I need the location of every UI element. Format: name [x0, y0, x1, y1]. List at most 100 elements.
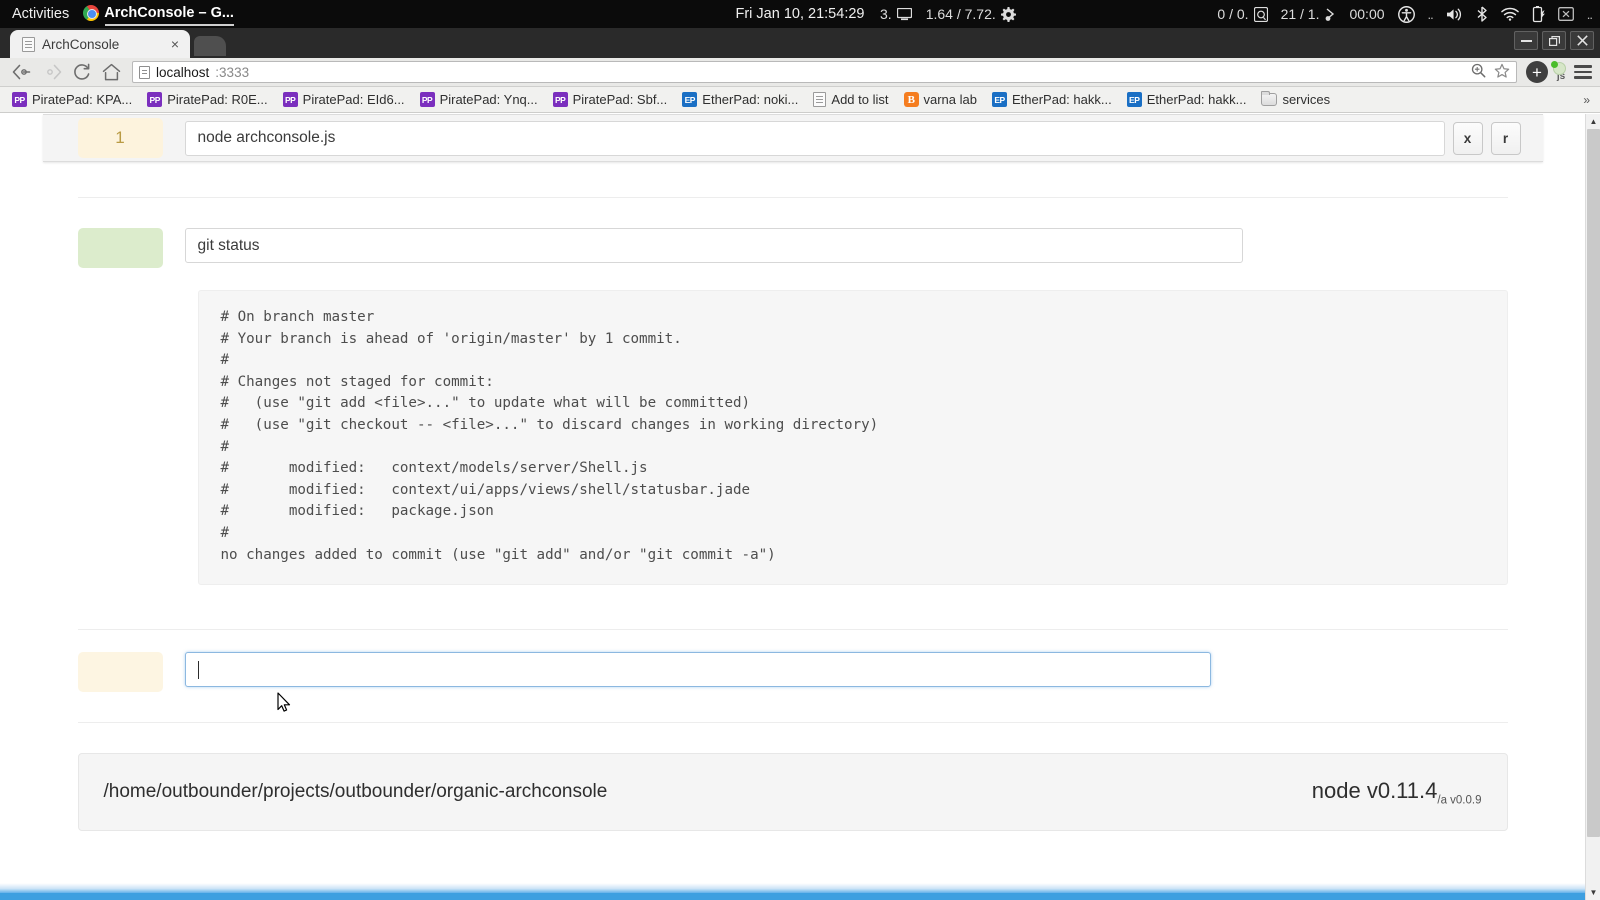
disk-stat[interactable]: 21 / 1.: [1281, 6, 1337, 22]
prompt-gutter[interactable]: [77, 652, 163, 693]
bookmark-item[interactable]: Bvarna lab: [898, 90, 983, 109]
console-container: git status # On branch master # Your bra…: [43, 197, 1543, 832]
cell-2-command-input[interactable]: git status: [184, 228, 1243, 263]
tray-trailing-ellipsis: ..: [1586, 6, 1593, 22]
monitor-icon: [896, 7, 912, 21]
piratepad-icon: PP: [12, 92, 27, 107]
prompt-command-row: [163, 652, 1543, 688]
bookmark-label: varna lab: [923, 92, 977, 107]
etherpad-icon: EP: [991, 92, 1007, 107]
node-version-label: node v0.11.4: [1311, 777, 1438, 803]
bookmark-item[interactable]: PP PiratePad: Ynq...: [414, 90, 544, 109]
zoom-magnifier-icon[interactable]: [1471, 63, 1486, 81]
reload-icon[interactable]: [68, 60, 95, 84]
scroll-down-arrow-icon[interactable]: ▼: [1586, 885, 1600, 900]
etherpad-icon: EP: [682, 92, 698, 107]
address-bar[interactable]: localhost :3333: [132, 61, 1517, 83]
battery-charging-icon[interactable]: [1532, 5, 1545, 23]
clock[interactable]: Fri Jan 10, 21:54:29: [736, 6, 865, 22]
activities-button[interactable]: Activities: [0, 6, 83, 22]
piratepad-icon: PP: [282, 92, 298, 107]
prompt-input[interactable]: [184, 652, 1211, 688]
bookmark-label: EtherPad: hakk...: [1011, 92, 1112, 107]
etherpad-icon: EP: [1126, 92, 1142, 107]
bookmark-item[interactable]: PP PiratePad: R0E...: [141, 90, 273, 109]
bookmark-item[interactable]: EP EtherPad: hakk...: [1121, 90, 1253, 109]
bookmark-label: PiratePad: Ynq...: [439, 92, 538, 107]
cell-2-gutter[interactable]: [77, 228, 163, 268]
active-application-indicator[interactable]: ArchConsole – G...: [83, 5, 234, 26]
bookmark-item[interactable]: services: [1255, 90, 1336, 109]
bookmark-item[interactable]: EP EtherPad: hakk...: [986, 90, 1118, 109]
hdd-icon: [1253, 6, 1268, 22]
minimize-button[interactable]: [1514, 31, 1538, 50]
cell-1-gutter[interactable]: 1: [77, 118, 163, 158]
bluetooth-icon[interactable]: [1476, 6, 1488, 22]
accessibility-icon[interactable]: [1397, 5, 1415, 23]
maximize-button[interactable]: [1542, 31, 1566, 50]
bookmark-item[interactable]: EP EtherPad: noki...: [676, 90, 804, 109]
browser-tab-label: ArchConsole: [42, 36, 120, 52]
bookmark-label: EtherPad: hakk...: [1146, 92, 1247, 107]
bookmark-item[interactable]: PP PiratePad: EId6...: [277, 90, 411, 109]
cell-2-output: # On branch master # Your branch is ahea…: [197, 290, 1508, 586]
text-caret: [197, 660, 199, 679]
chrome-logo-icon: [83, 5, 100, 21]
forward-arrow-icon[interactable]: [38, 60, 65, 84]
close-window-button[interactable]: [1570, 31, 1594, 50]
tray-ellipsis: ..: [1427, 6, 1434, 22]
memory-stat-value: 1.64 / 7.72.: [925, 6, 996, 22]
scroll-up-arrow-icon[interactable]: ▲: [1586, 114, 1600, 129]
add-extension-button[interactable]: +: [1526, 61, 1548, 83]
bookmark-label: PiratePad: R0E...: [167, 92, 268, 107]
bookmark-item[interactable]: PP PiratePad: Sbf...: [547, 90, 674, 109]
timer-indicator[interactable]: 00:00: [1349, 6, 1384, 22]
bookmark-item[interactable]: Add to list: [807, 90, 894, 109]
mouse-cursor: [277, 692, 291, 713]
cell-1-command-input[interactable]: node archconsole.js: [184, 120, 1445, 156]
back-arrow-icon[interactable]: [8, 60, 35, 84]
address-port: :3333: [215, 64, 250, 80]
site-favicon-icon: [139, 65, 150, 79]
star-icon[interactable]: [1494, 63, 1510, 82]
volume-icon[interactable]: [1446, 7, 1463, 22]
scrollbar-thumb[interactable]: [1587, 129, 1600, 837]
browser-tab[interactable]: ArchConsole ×: [10, 30, 190, 58]
disk-stat-value: 21 / 1.: [1280, 6, 1320, 22]
wifi-icon[interactable]: [1501, 7, 1519, 21]
new-tab-button[interactable]: [194, 36, 226, 56]
chrome-menu-icon[interactable]: [1574, 65, 1592, 79]
bookmarks-overflow-chevron-icon[interactable]: »: [1583, 93, 1594, 107]
active-application-label: ArchConsole – G...: [104, 5, 234, 21]
page-scrollbar[interactable]: ▲ ▼: [1585, 114, 1600, 900]
browser-toolbar: localhost :3333 + js: [0, 58, 1600, 87]
display-stat[interactable]: 3.: [880, 6, 912, 22]
bookmark-label: PiratePad: Sbf...: [572, 92, 668, 107]
piratepad-icon: PP: [419, 92, 435, 107]
current-working-directory: /home/outbounder/projects/outbounder/org…: [103, 781, 608, 803]
display-stat-value: 3.: [880, 6, 892, 22]
kill-cell-button[interactable]: x: [1452, 121, 1483, 155]
browser-titlebar: ArchConsole ×: [0, 28, 1600, 58]
status-bar: /home/outbounder/projects/outbounder/org…: [77, 753, 1508, 832]
archconsole-app: 1 node archconsole.js x r git status # O…: [0, 114, 1585, 900]
browser-window: ArchConsole × localhost:3333 + js PP Pi…: [0, 28, 1600, 900]
js-toggle-icon[interactable]: js: [1551, 61, 1571, 82]
page-viewport: 1 node archconsole.js x r git status # O…: [0, 114, 1600, 900]
close-tab-icon[interactable]: ×: [168, 36, 182, 52]
gear-icon: [1000, 6, 1016, 22]
cell-2-command-row: git status: [163, 228, 1543, 263]
bookmark-item[interactable]: PP PiratePad: KPA...: [6, 90, 138, 109]
page-favicon-icon: [22, 36, 35, 52]
memory-stat[interactable]: 1.64 / 7.72.: [926, 6, 1016, 22]
cell-divider: [77, 722, 1508, 724]
bookmark-label: PiratePad: KPA...: [32, 92, 133, 107]
panel-tray: 0 / 0. 21 / 1. 00:00 .. ..: [1217, 0, 1593, 28]
bookmark-label: Add to list: [831, 92, 889, 107]
console-cell-2: git status: [43, 228, 1543, 268]
home-icon[interactable]: [98, 60, 125, 84]
rerun-cell-button[interactable]: r: [1490, 121, 1521, 155]
address-host: localhost: [156, 64, 210, 80]
network-stat[interactable]: 0 / 0.: [1217, 6, 1268, 22]
power-menu-icon[interactable]: [1557, 7, 1574, 21]
